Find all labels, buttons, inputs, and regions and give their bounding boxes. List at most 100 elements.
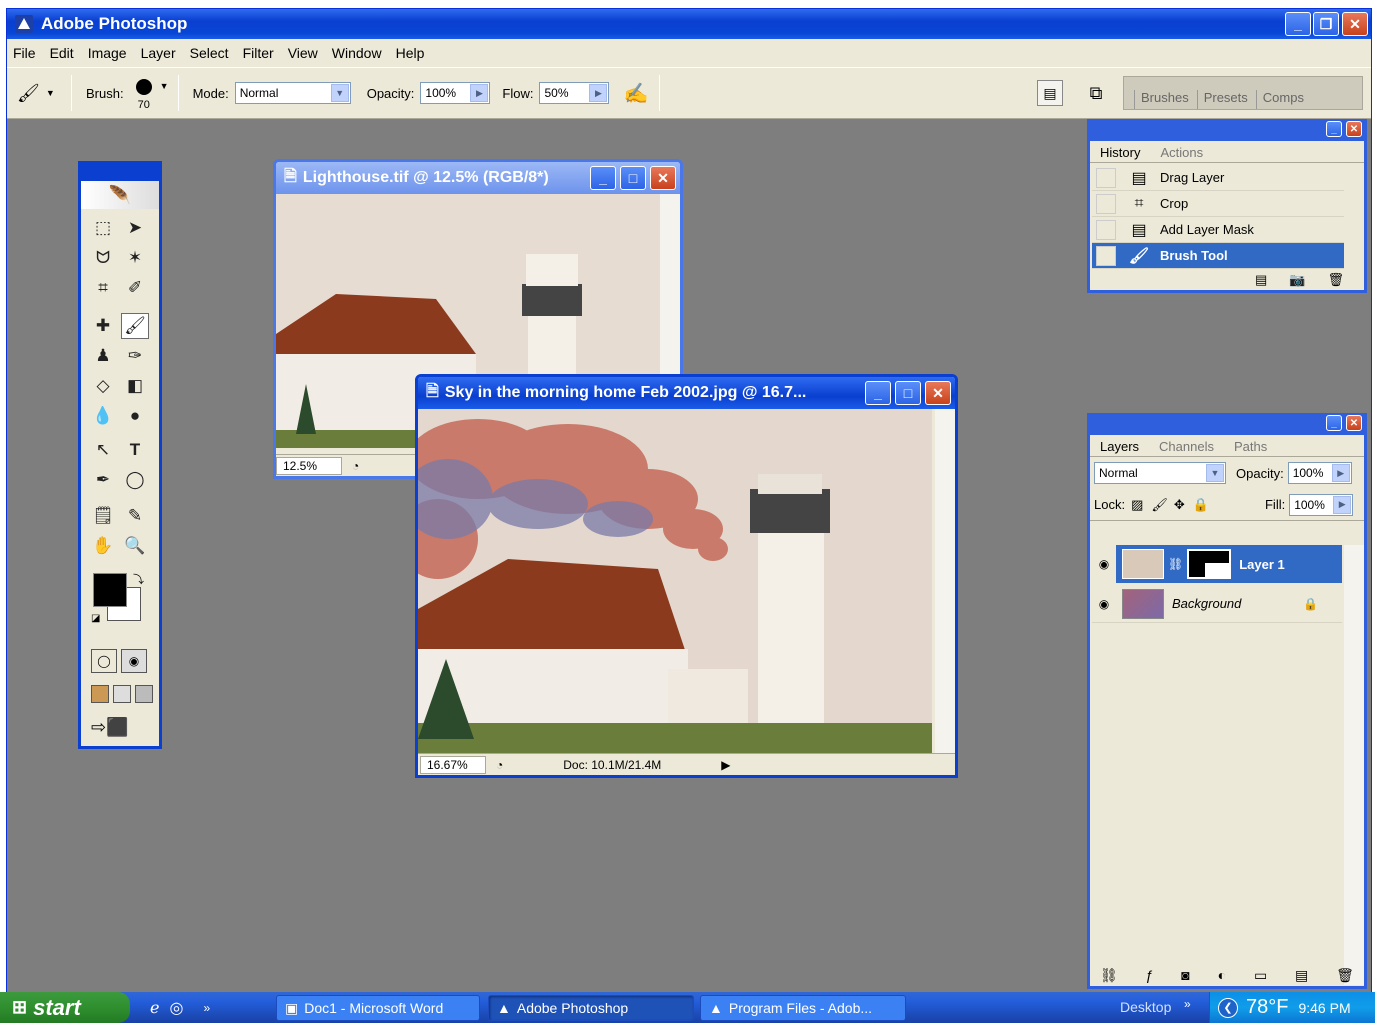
new-layer-icon[interactable]: ▤	[1295, 967, 1308, 984]
doc-close-button[interactable]: ✕	[925, 381, 951, 405]
move-tool-icon[interactable]: ➤	[121, 215, 149, 241]
clone-stamp-tool-icon[interactable]: ♟	[89, 343, 117, 369]
tool-preset-picker[interactable]: 🖌 ▼	[17, 83, 65, 104]
zoom-field[interactable]: 16.67%	[420, 755, 486, 774]
vertical-scrollbar[interactable]	[1344, 545, 1364, 985]
foreground-color-swatch[interactable]	[93, 573, 127, 607]
palette-close-button[interactable]: ✕	[1346, 121, 1362, 137]
history-brush-tool-icon[interactable]: ✑	[121, 343, 149, 369]
start-button[interactable]: ⊞ start	[0, 992, 130, 1023]
notes-tool-icon[interactable]: 🗒	[89, 503, 117, 529]
temperature[interactable]: 78°F	[1246, 996, 1288, 1019]
marquee-tool-icon[interactable]: ⬚	[89, 215, 117, 241]
blend-mode-select[interactable]: Normal ▼	[1094, 462, 1226, 484]
tab-history[interactable]: History	[1090, 143, 1151, 162]
history-snapshot-box[interactable]	[1096, 245, 1116, 266]
trash-icon[interactable]: 🗑	[1336, 967, 1354, 984]
toolbar-chevron-icon[interactable]: »	[1184, 997, 1191, 1011]
restore-button[interactable]: ❐	[1313, 12, 1339, 36]
minimize-button[interactable]: _	[1285, 12, 1311, 36]
palette-minimize-button[interactable]: _	[1326, 121, 1342, 137]
palette-close-button[interactable]: ✕	[1346, 415, 1362, 431]
quicklaunch-icon[interactable]: ◎	[169, 998, 183, 1018]
title-bar[interactable]: Adobe Photoshop _ ❐ ✕	[7, 9, 1371, 39]
gradient-tool-icon[interactable]: ◧	[121, 373, 149, 399]
new-group-icon[interactable]: ▭	[1254, 967, 1267, 984]
brush-picker[interactable]: 70 ▼	[130, 73, 172, 113]
dodge-tool-icon[interactable]: ●	[121, 403, 149, 429]
standard-mode-icon[interactable]: ◯	[91, 649, 117, 673]
airbrush-button[interactable]: ✍	[623, 81, 653, 106]
task-word[interactable]: ▣ Doc1 - Microsoft Word	[276, 995, 480, 1021]
history-item[interactable]: ▤ Add Layer Mask	[1092, 217, 1344, 243]
add-mask-icon[interactable]: ◙	[1181, 967, 1189, 984]
well-tab-comps[interactable]: Comps	[1255, 90, 1312, 109]
eyedropper-tool-icon[interactable]: ✎	[121, 503, 149, 529]
task-photoshop[interactable]: ▲ Adobe Photoshop	[488, 995, 694, 1021]
doc-close-button[interactable]: ✕	[650, 166, 676, 190]
default-colors-icon[interactable]: ◪	[91, 613, 100, 624]
weather-icon[interactable]: ❮	[1218, 997, 1238, 1018]
menu-layer[interactable]: Layer	[141, 45, 176, 61]
well-tab-brushes[interactable]: Brushes	[1134, 90, 1197, 109]
doc-maximize-button[interactable]: □	[895, 381, 921, 405]
flow-input[interactable]: 50% ▶	[539, 82, 610, 104]
internet-explorer-icon[interactable]: ℯ	[150, 998, 159, 1018]
ellipse-tool-icon[interactable]: ◯	[121, 467, 149, 493]
eraser-tool-icon[interactable]: ◇	[89, 373, 117, 399]
doc-minimize-button[interactable]: _	[865, 381, 891, 405]
brush-tool-icon[interactable]: 🖌	[121, 313, 149, 339]
layer-mask-thumbnail[interactable]	[1187, 549, 1232, 579]
slice-tool-icon[interactable]: ✐	[121, 275, 149, 301]
task-explorer[interactable]: ▲ Program Files - Adob...	[700, 995, 906, 1021]
lock-move-icon[interactable]: ✥	[1174, 497, 1185, 513]
screen-mode-full-menu-icon[interactable]	[113, 685, 131, 703]
doc-minimize-button[interactable]: _	[590, 166, 616, 190]
doc-maximize-button[interactable]: □	[620, 166, 646, 190]
layer-row[interactable]: ◉ Background 🔒	[1092, 585, 1342, 623]
path-selection-tool-icon[interactable]: ↖	[89, 437, 117, 463]
composite-image[interactable]	[418, 409, 932, 755]
palette-minimize-button[interactable]: _	[1326, 415, 1342, 431]
palette-toggle-button[interactable]: ▤	[1037, 80, 1063, 106]
adjustment-layer-icon[interactable]: ◐	[1218, 967, 1226, 984]
snapshot-icon[interactable]: 📷	[1289, 272, 1305, 288]
zoom-field[interactable]: 12.5%	[276, 456, 342, 475]
history-snapshot-box[interactable]	[1096, 219, 1116, 240]
lock-paint-icon[interactable]: 🖌	[1151, 497, 1168, 513]
history-item-selected[interactable]: 🖌 Brush Tool	[1092, 243, 1344, 269]
well-tab-presets[interactable]: Presets	[1196, 90, 1256, 109]
menu-view[interactable]: View	[288, 45, 318, 61]
crop-tool-icon[interactable]: ⌗	[89, 275, 117, 301]
menu-edit[interactable]: Edit	[50, 45, 74, 61]
vertical-scrollbar[interactable]	[935, 409, 955, 755]
fill-input[interactable]: 100% ▶	[1289, 493, 1354, 516]
menu-help[interactable]: Help	[396, 45, 425, 61]
lock-all-icon[interactable]: 🔒	[1193, 497, 1209, 513]
close-button[interactable]: ✕	[1342, 12, 1368, 36]
status-arrow-icon[interactable]: ▶	[721, 758, 730, 772]
swap-colors-icon[interactable]: ⤵	[133, 571, 144, 587]
tab-layers[interactable]: Layers	[1090, 437, 1150, 456]
history-item[interactable]: ⌗ Crop	[1092, 191, 1344, 217]
opacity-input[interactable]: 100% ▶	[420, 82, 491, 104]
screen-mode-full-icon[interactable]	[135, 685, 153, 703]
jump-to-imageready-icon[interactable]: ⇨⬛	[91, 717, 129, 738]
clock[interactable]: 9:46 PM	[1298, 1000, 1350, 1016]
magic-wand-tool-icon[interactable]: ✶	[121, 245, 149, 271]
history-item[interactable]: ▤ Drag Layer	[1092, 165, 1344, 191]
menu-filter[interactable]: Filter	[243, 45, 274, 61]
pen-tool-icon[interactable]: ✒	[89, 467, 117, 493]
trash-icon[interactable]: 🗑	[1327, 272, 1344, 288]
layer-opacity-input[interactable]: 100% ▶	[1287, 462, 1352, 484]
tab-paths[interactable]: Paths	[1224, 437, 1277, 456]
menu-image[interactable]: Image	[88, 45, 127, 61]
mode-select[interactable]: Normal ▼	[234, 82, 351, 104]
menu-select[interactable]: Select	[190, 45, 229, 61]
document-title-bar[interactable]: 🗎 Sky in the morning home Feb 2002.jpg @…	[418, 377, 955, 409]
hand-tool-icon[interactable]: ✋	[89, 533, 117, 559]
eye-icon[interactable]: ◉	[1092, 545, 1116, 583]
history-snapshot-box[interactable]	[1096, 193, 1116, 214]
status-menu-icon[interactable]: ◔	[352, 459, 359, 473]
blur-tool-icon[interactable]: 💧	[89, 403, 117, 429]
